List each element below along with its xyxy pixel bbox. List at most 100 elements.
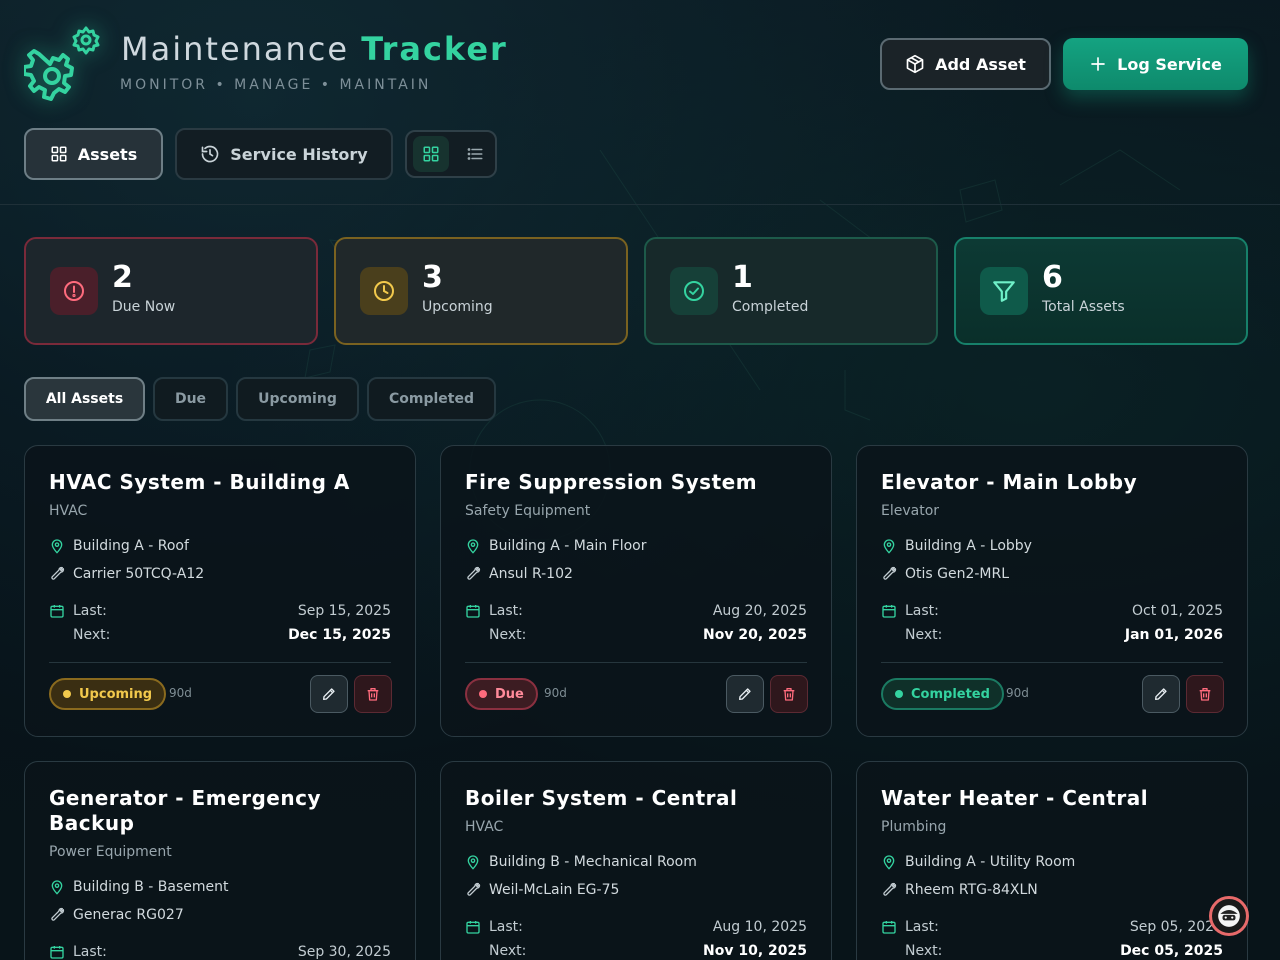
- filter-upcoming[interactable]: Upcoming: [236, 377, 359, 421]
- next-label: Next:: [905, 627, 943, 643]
- asset-model: Rheem RTG-84XLN: [881, 882, 1038, 898]
- asset-model-text: Ansul R-102: [489, 566, 573, 582]
- edit-button[interactable]: [1142, 675, 1180, 713]
- next-label: Next:: [489, 627, 527, 643]
- app-title-accent: Tracker: [361, 30, 508, 68]
- box-icon: [906, 54, 924, 74]
- stat-value: 2: [112, 260, 133, 295]
- status-text: Due: [495, 686, 524, 702]
- filter-all-assets[interactable]: All Assets: [24, 377, 145, 421]
- stat-value: 3: [422, 260, 443, 295]
- status-badge: Completed: [881, 678, 1004, 710]
- wrench-icon: [883, 566, 897, 580]
- edit-button[interactable]: [726, 675, 764, 713]
- calendar-icon: [466, 605, 480, 618]
- wrench-icon: [467, 566, 481, 580]
- stat-icon-wrap: [670, 267, 718, 315]
- stat-icon-wrap: [360, 267, 408, 315]
- view-toggle: [405, 130, 497, 178]
- asset-location: Building A - Main Floor: [465, 538, 646, 554]
- stat-due-now: 2 Due Now: [24, 237, 318, 345]
- delete-button[interactable]: [354, 675, 392, 713]
- map-pin-icon: [883, 855, 895, 870]
- last-service-date: Sep 15, 2025: [297, 603, 391, 619]
- delete-button[interactable]: [770, 675, 808, 713]
- asset-model: Weil-McLain EG-75: [465, 882, 619, 898]
- last-service-date: Oct 01, 2025: [1132, 603, 1223, 619]
- asset-dates: Last: Sep 05, 2025 Next: Dec 05, 2025: [881, 915, 1223, 960]
- stat-label: Total Assets: [1042, 299, 1125, 315]
- map-pin-icon: [51, 539, 63, 554]
- add-asset-label: Add Asset: [935, 54, 1026, 74]
- asset-dates: Last: Aug 10, 2025 Next: Nov 10, 2025: [465, 915, 807, 960]
- service-interval: 90d: [544, 686, 567, 700]
- asset-dates: Last: Aug 20, 2025 Next: Nov 20, 2025: [465, 599, 807, 647]
- next-label: Next:: [489, 943, 527, 959]
- last-label: Last:: [489, 919, 523, 935]
- asset-dates: Last: Sep 30, 2025: [49, 940, 391, 960]
- status-dot: [479, 690, 487, 698]
- last-label: Last:: [905, 603, 939, 619]
- next-label: Next:: [73, 627, 111, 643]
- asset-location: Building B - Basement: [49, 879, 229, 895]
- asset-category: Safety Equipment: [465, 503, 591, 519]
- asset-location: Building A - Lobby: [881, 538, 1032, 554]
- asset-location-text: Building A - Roof: [73, 538, 189, 554]
- asset-model: Otis Gen2-MRL: [881, 566, 1009, 582]
- stat-total-assets: 6 Total Assets: [954, 237, 1248, 345]
- calendar-icon: [882, 605, 896, 618]
- stat-value: 1: [732, 260, 753, 295]
- list-view-icon: [467, 148, 483, 160]
- last-service-date: Aug 20, 2025: [712, 603, 807, 619]
- asset-category: HVAC: [49, 503, 88, 519]
- asset-category: Plumbing: [881, 819, 947, 835]
- clock-icon: [374, 281, 394, 301]
- stat-completed: 1 Completed: [644, 237, 938, 345]
- filter-completed[interactable]: Completed: [367, 377, 496, 421]
- last-label: Last:: [905, 919, 939, 935]
- asset-model: Ansul R-102: [465, 566, 573, 582]
- log-service-button[interactable]: Log Service: [1063, 38, 1248, 90]
- asset-category: HVAC: [465, 819, 504, 835]
- stat-label: Upcoming: [422, 299, 493, 315]
- delete-button[interactable]: [1186, 675, 1224, 713]
- asset-model-text: Rheem RTG-84XLN: [905, 882, 1038, 898]
- stat-icon-wrap: [980, 267, 1028, 315]
- service-interval: 90d: [169, 686, 192, 700]
- filter-due[interactable]: Due: [153, 377, 228, 421]
- asset-model: Carrier 50TCQ-A12: [49, 566, 204, 582]
- tab-assets[interactable]: Assets: [24, 128, 163, 180]
- next-service-date: Nov 10, 2025: [703, 943, 807, 959]
- status-text: Completed: [911, 686, 990, 702]
- filter-icon: [993, 281, 1015, 302]
- next-label: Next:: [905, 943, 943, 959]
- last-service-date: Aug 10, 2025: [712, 919, 807, 935]
- trash-icon: [1199, 688, 1211, 701]
- asset-name: Water Heater - Central: [881, 786, 1149, 810]
- list-view-button[interactable]: [457, 136, 493, 172]
- status-badge: Upcoming: [49, 678, 167, 710]
- edit-button[interactable]: [310, 675, 348, 713]
- asset-card: Generator - Emergency Backup Power Equip…: [24, 761, 416, 960]
- assistant-avatar-button[interactable]: [1209, 896, 1249, 936]
- asset-category: Elevator: [881, 503, 940, 519]
- add-asset-button[interactable]: Add Asset: [880, 38, 1051, 90]
- wrench-icon: [51, 566, 65, 580]
- service-interval: 90d: [1006, 686, 1029, 700]
- stat-value: 6: [1042, 260, 1063, 295]
- wrench-icon: [51, 907, 65, 921]
- log-service-label: Log Service: [1117, 54, 1222, 74]
- robot-face-icon: [1218, 905, 1240, 927]
- calendar-icon: [50, 605, 64, 618]
- card-divider: [49, 662, 391, 663]
- status-badge: Due: [465, 678, 538, 710]
- grid-icon: [51, 146, 67, 162]
- card-divider: [881, 662, 1223, 663]
- next-service-date: Dec 15, 2025: [288, 627, 391, 643]
- grid-view-button[interactable]: [413, 136, 449, 172]
- check-circle-icon: [684, 281, 704, 301]
- tab-service-history[interactable]: Service History: [175, 128, 393, 180]
- wrench-icon: [883, 882, 897, 896]
- asset-card: Elevator - Main Lobby Elevator Building …: [856, 445, 1248, 737]
- asset-name: Fire Suppression System: [465, 470, 758, 494]
